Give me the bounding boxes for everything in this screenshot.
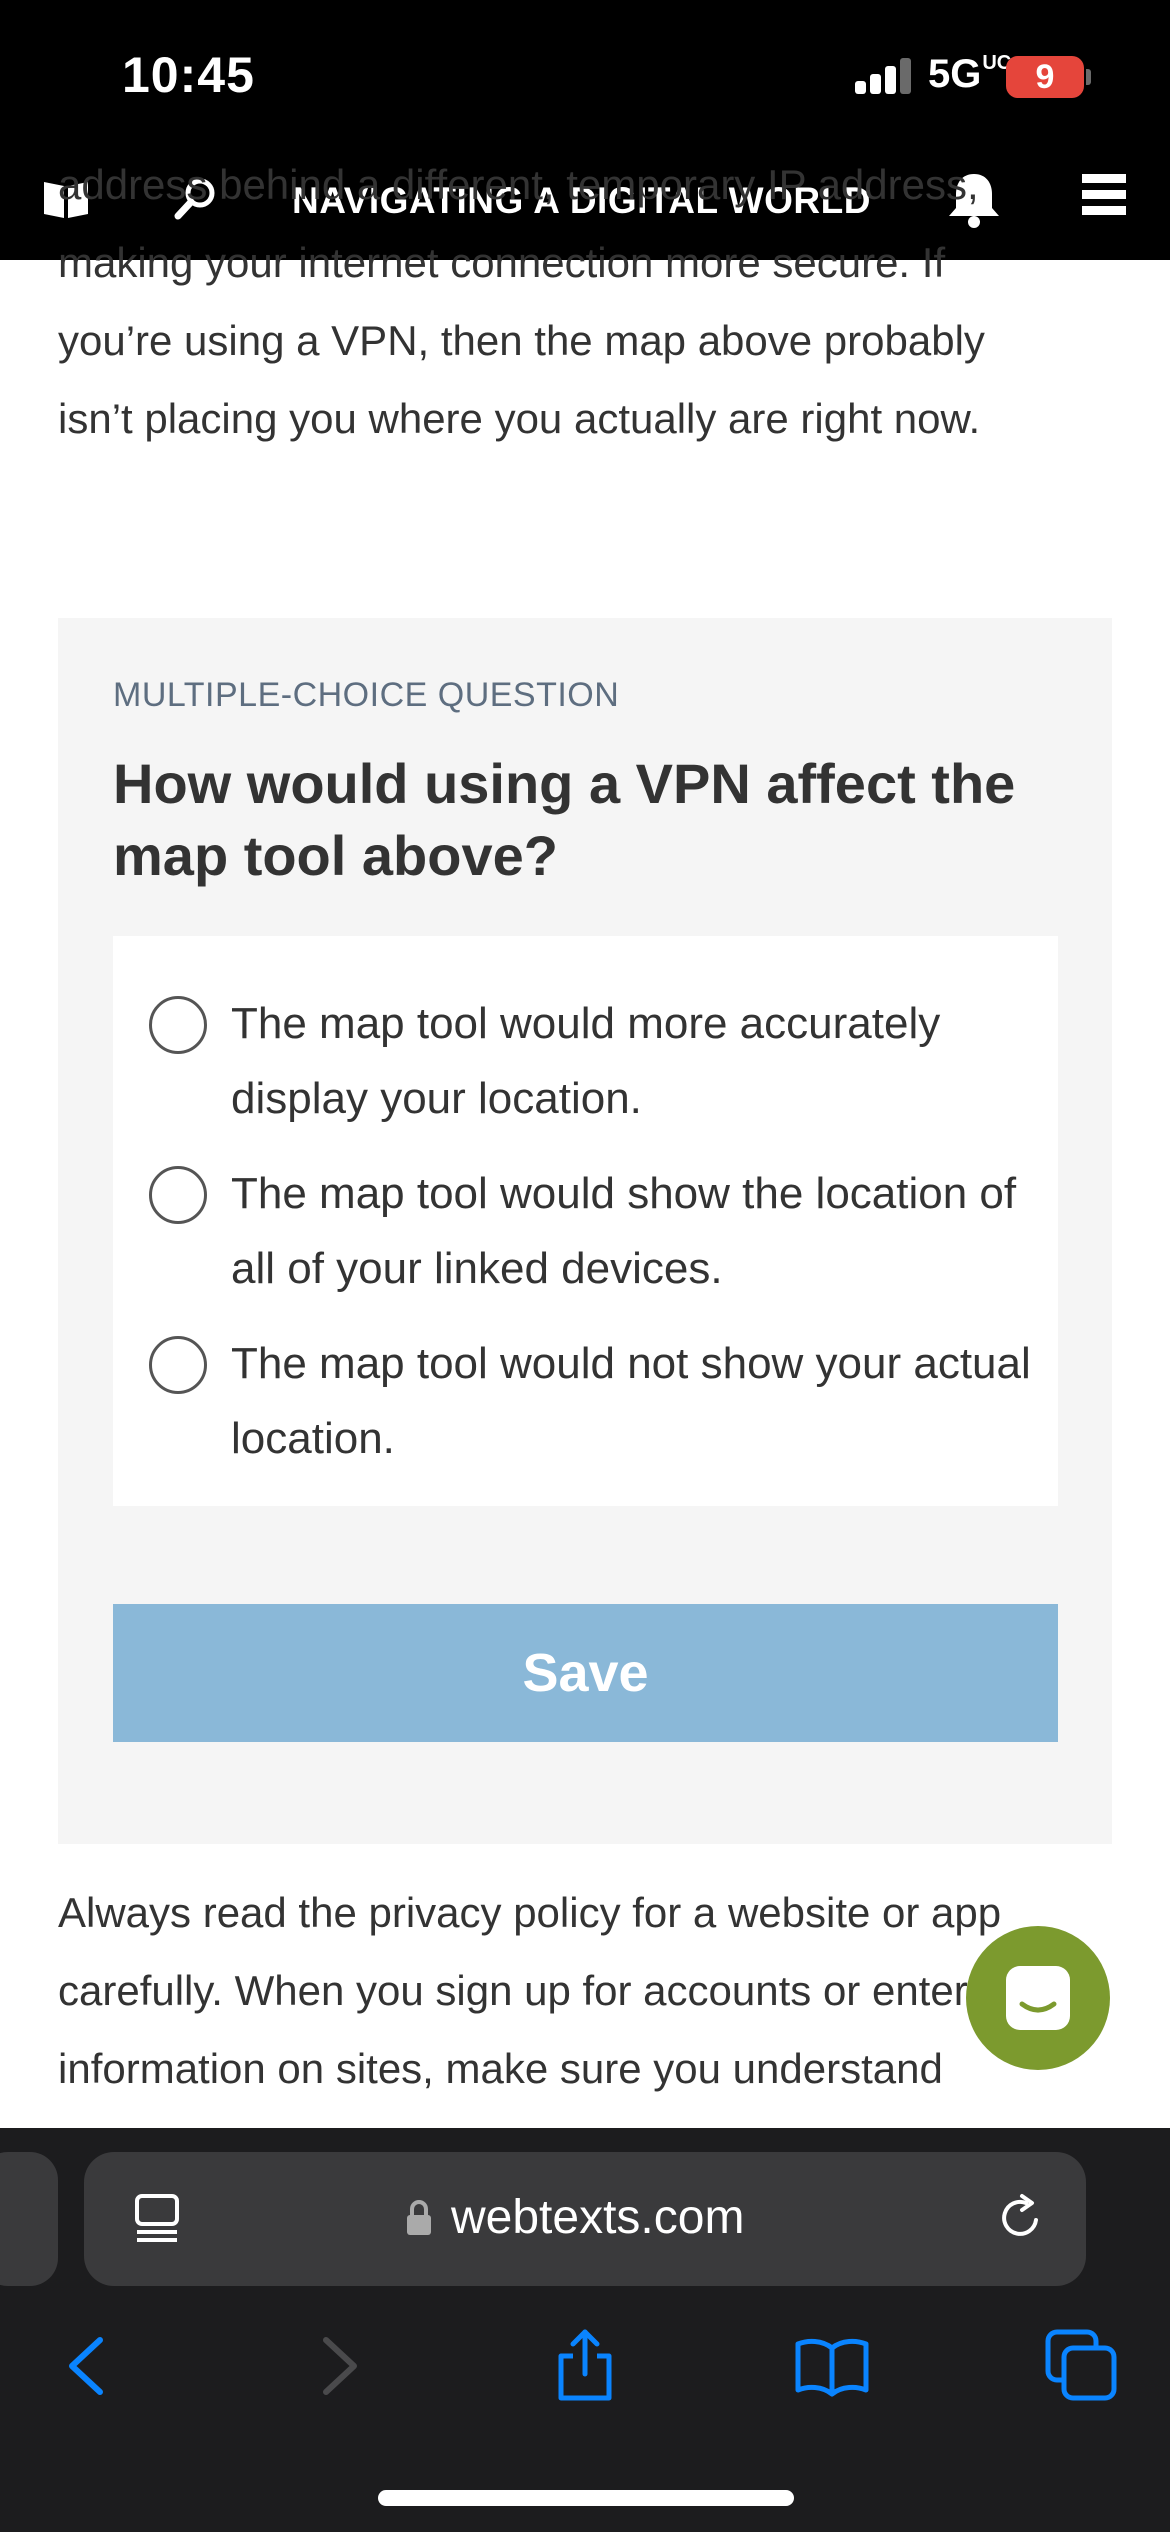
signal-icon	[855, 58, 913, 94]
chat-icon	[1006, 1966, 1070, 2030]
address-bar[interactable]: webtexts.com	[84, 2152, 1086, 2286]
article-line: isn’t placing you where you actually are…	[58, 395, 981, 442]
status-time: 10:45	[122, 47, 255, 103]
article-line: information on sites, make sure you unde…	[58, 2045, 943, 2092]
answer-option-1[interactable]: The map tool would more accurately displ…	[113, 986, 1058, 1146]
network-type: 5G	[928, 52, 982, 96]
status-bar: 10:45 5GUC 9	[0, 0, 1170, 160]
article-line: carefully. When you sign up for accounts…	[58, 1967, 968, 2014]
share-icon[interactable]	[545, 2326, 625, 2406]
reader-icon[interactable]	[132, 2192, 182, 2248]
lock-icon	[407, 2200, 431, 2235]
answer-options: The map tool would more accurately displ…	[113, 936, 1058, 1506]
answer-option-label: The map tool would show the location of …	[231, 1169, 1017, 1293]
question-type-label: MULTIPLE-CHOICE QUESTION	[113, 676, 620, 714]
radio-button[interactable]	[149, 1166, 207, 1224]
bookmarks-icon[interactable]	[792, 2326, 872, 2406]
tabs-icon[interactable]	[1042, 2326, 1122, 2406]
answer-option-label: The map tool would more accurately displ…	[231, 999, 941, 1123]
article-line: making your internet connection more sec…	[58, 239, 946, 286]
back-icon[interactable]	[48, 2326, 128, 2406]
answer-option-3[interactable]: The map tool would not show your actual …	[113, 1326, 1058, 1486]
network-indicator: 5GUC	[928, 52, 1011, 97]
article-line-partial: address behind a different, temporary IP…	[58, 161, 979, 208]
url-text: webtexts.com	[451, 2191, 745, 2244]
save-button[interactable]: Save	[113, 1604, 1058, 1742]
radio-button[interactable]	[149, 1336, 207, 1394]
battery-icon: 9	[1006, 56, 1084, 98]
forward-icon[interactable]	[298, 2326, 378, 2406]
question-prompt: How would using a VPN affect the map too…	[113, 752, 1016, 887]
answer-option-label: The map tool would not show your actual …	[231, 1339, 1031, 1463]
chat-button[interactable]	[966, 1926, 1110, 2070]
reload-icon[interactable]	[992, 2190, 1048, 2246]
article-line: you’re using a VPN, then the map above p…	[58, 317, 985, 364]
article-text-top: address behind a different, temporary IP…	[58, 161, 1118, 458]
article-text-bottom: Always read the privacy policy for a web…	[58, 1874, 1118, 2108]
answer-option-2[interactable]: The map tool would show the location of …	[113, 1156, 1058, 1316]
article-line: Always read the privacy policy for a web…	[58, 1889, 1002, 1936]
battery-tip	[1086, 69, 1091, 85]
previous-tab-preview[interactable]	[0, 2152, 58, 2286]
radio-button[interactable]	[149, 996, 207, 1054]
home-indicator	[378, 2490, 794, 2506]
browser-toolbar: webtexts.com	[0, 2128, 1170, 2532]
question-card: MULTIPLE-CHOICE QUESTION How would using…	[58, 618, 1112, 1844]
